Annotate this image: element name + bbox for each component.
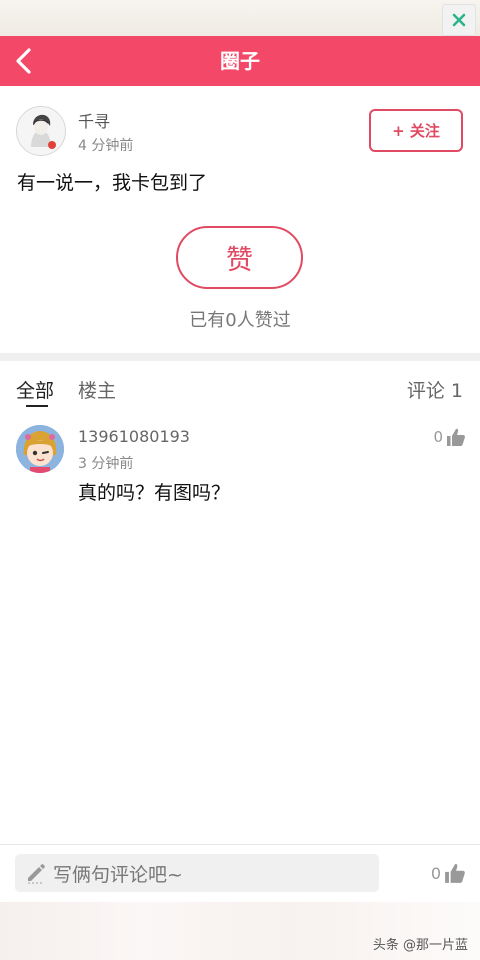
thumb-up-icon [447, 428, 465, 446]
top-strip [0, 0, 480, 36]
comment-like-button[interactable]: 0 [433, 427, 466, 447]
bottom-divider [0, 844, 480, 845]
post-time: 4 分钟前 [78, 138, 134, 154]
back-button[interactable] [8, 45, 40, 77]
thumb-up-icon [445, 864, 465, 883]
post-like-count-bottom: 0 [430, 863, 441, 883]
like-button[interactable]: 赞 [176, 226, 303, 289]
comment-like-count: 0 [433, 428, 443, 446]
post-text: 有一说一，我卡包到了 [17, 172, 208, 194]
author-avatar-image [17, 107, 65, 155]
section-divider [0, 353, 480, 361]
close-button[interactable] [442, 4, 476, 36]
back-arrow-icon [16, 48, 31, 74]
commenter-name[interactable]: 13961080193 [78, 427, 190, 446]
header-bar: 圈子 [0, 36, 480, 86]
tab-owner[interactable]: 楼主 [78, 376, 116, 403]
author-name[interactable]: 千寻 [78, 108, 110, 132]
like-count-text: 已有0人赞过 [189, 310, 291, 331]
post-like-button-bottom[interactable]: 0 [431, 862, 466, 884]
author-avatar[interactable] [16, 106, 66, 156]
follow-button[interactable]: + 关注 [369, 109, 463, 152]
comment-count: 评论 1 [406, 380, 463, 402]
commenter-avatar[interactable] [16, 425, 64, 473]
comment-text: 真的吗？有图吗？ [78, 482, 231, 504]
close-icon [452, 13, 466, 27]
comment-input[interactable]: 写俩句评论吧~ [15, 854, 379, 892]
page-title: 圈子 [220, 49, 260, 73]
tab-active-indicator [26, 405, 48, 407]
tab-all[interactable]: 全部 [16, 376, 54, 403]
watermark-text: 头条 @那一片蓝 [372, 938, 468, 953]
commenter-avatar-image [16, 425, 64, 473]
comment-input-placeholder: 写俩句评论吧~ [53, 863, 183, 886]
comment-time: 3 分钟前 [78, 456, 134, 472]
pencil-icon [28, 864, 45, 884]
